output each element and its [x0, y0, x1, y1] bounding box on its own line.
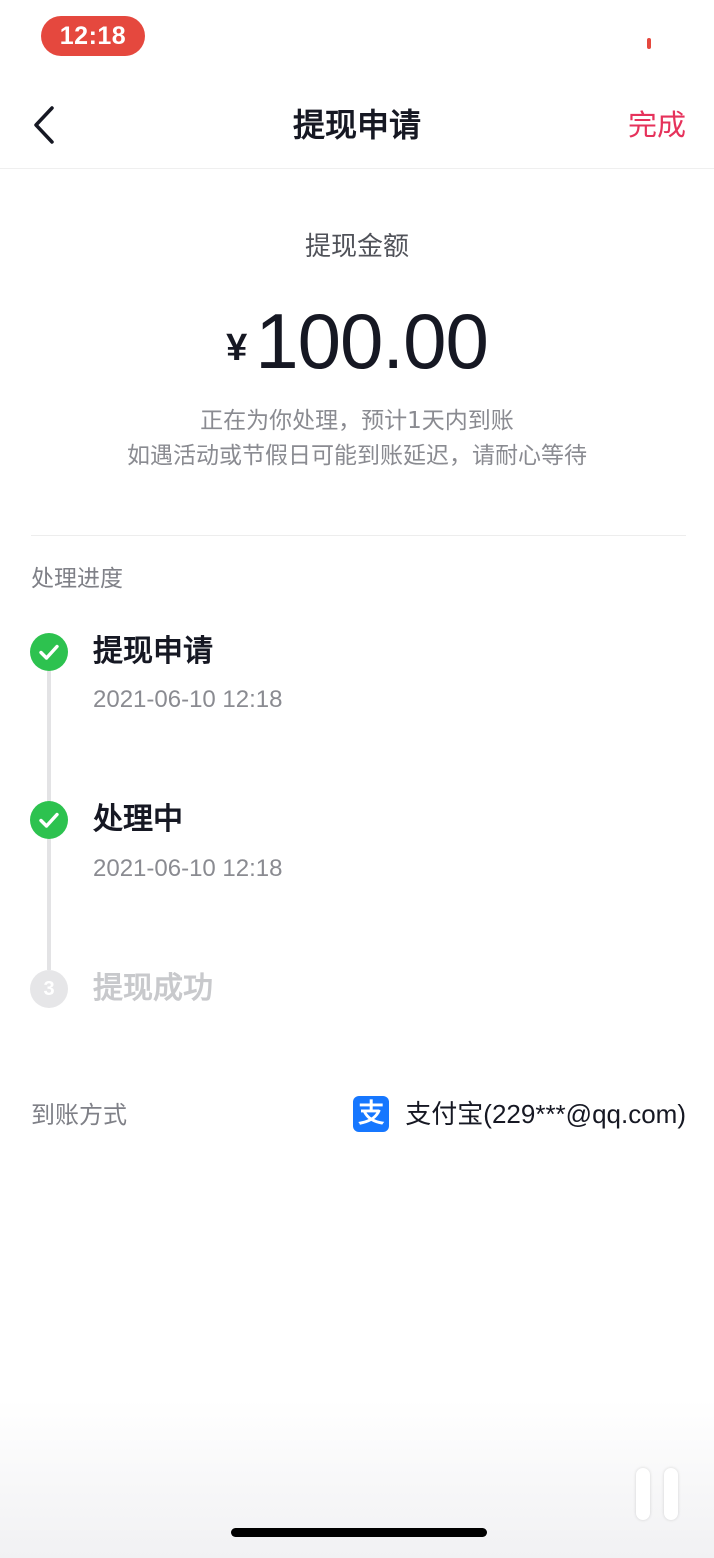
- check-icon: [39, 812, 59, 828]
- status-bar: 12:18: [0, 0, 714, 78]
- step-time: 2021-06-10 12:18: [93, 855, 283, 882]
- payout-account: 支付宝(229***@qq.com): [405, 1099, 686, 1129]
- pause-bar: [664, 1468, 678, 1520]
- step-check-icon: [30, 801, 68, 839]
- nav-bar: 提现申请 完成: [0, 78, 714, 169]
- pause-bar: [636, 1468, 650, 1520]
- status-time: 12:18: [41, 16, 145, 56]
- step-title: 提现申请: [93, 634, 213, 669]
- done-button[interactable]: 完成: [628, 102, 686, 148]
- payout-method: 支 支付宝(229***@qq.com): [353, 1094, 686, 1134]
- page-title: 提现申请: [292, 106, 421, 144]
- step-title: 处理中: [93, 802, 183, 837]
- amount-display: ¥100.00: [0, 296, 714, 396]
- chevron-left-icon: [34, 106, 54, 144]
- home-indicator[interactable]: [231, 1528, 487, 1537]
- divider: [31, 535, 686, 536]
- processing-note: 正在为你处理，预计1天内到账: [200, 408, 514, 434]
- recording-indicator: [647, 38, 651, 49]
- step-check-icon: [30, 633, 68, 671]
- alipay-icon: 支: [353, 1096, 390, 1132]
- back-button[interactable]: [24, 100, 68, 150]
- check-icon: [39, 644, 59, 660]
- step-title: 提现成功: [93, 971, 213, 1006]
- payout-method-label: 到账方式: [31, 1101, 127, 1129]
- step-time: 2021-06-10 12:18: [93, 686, 283, 713]
- delay-note: 如遇活动或节假日可能到账延迟，请耐心等待: [127, 443, 587, 469]
- amount-value: 100.00: [255, 297, 489, 385]
- step-number-badge: 3: [30, 970, 68, 1008]
- amount-label: 提现金额: [304, 232, 409, 262]
- progress-heading: 处理进度: [31, 566, 123, 592]
- currency-symbol: ¥: [226, 327, 248, 369]
- pause-icon[interactable]: [636, 1468, 680, 1520]
